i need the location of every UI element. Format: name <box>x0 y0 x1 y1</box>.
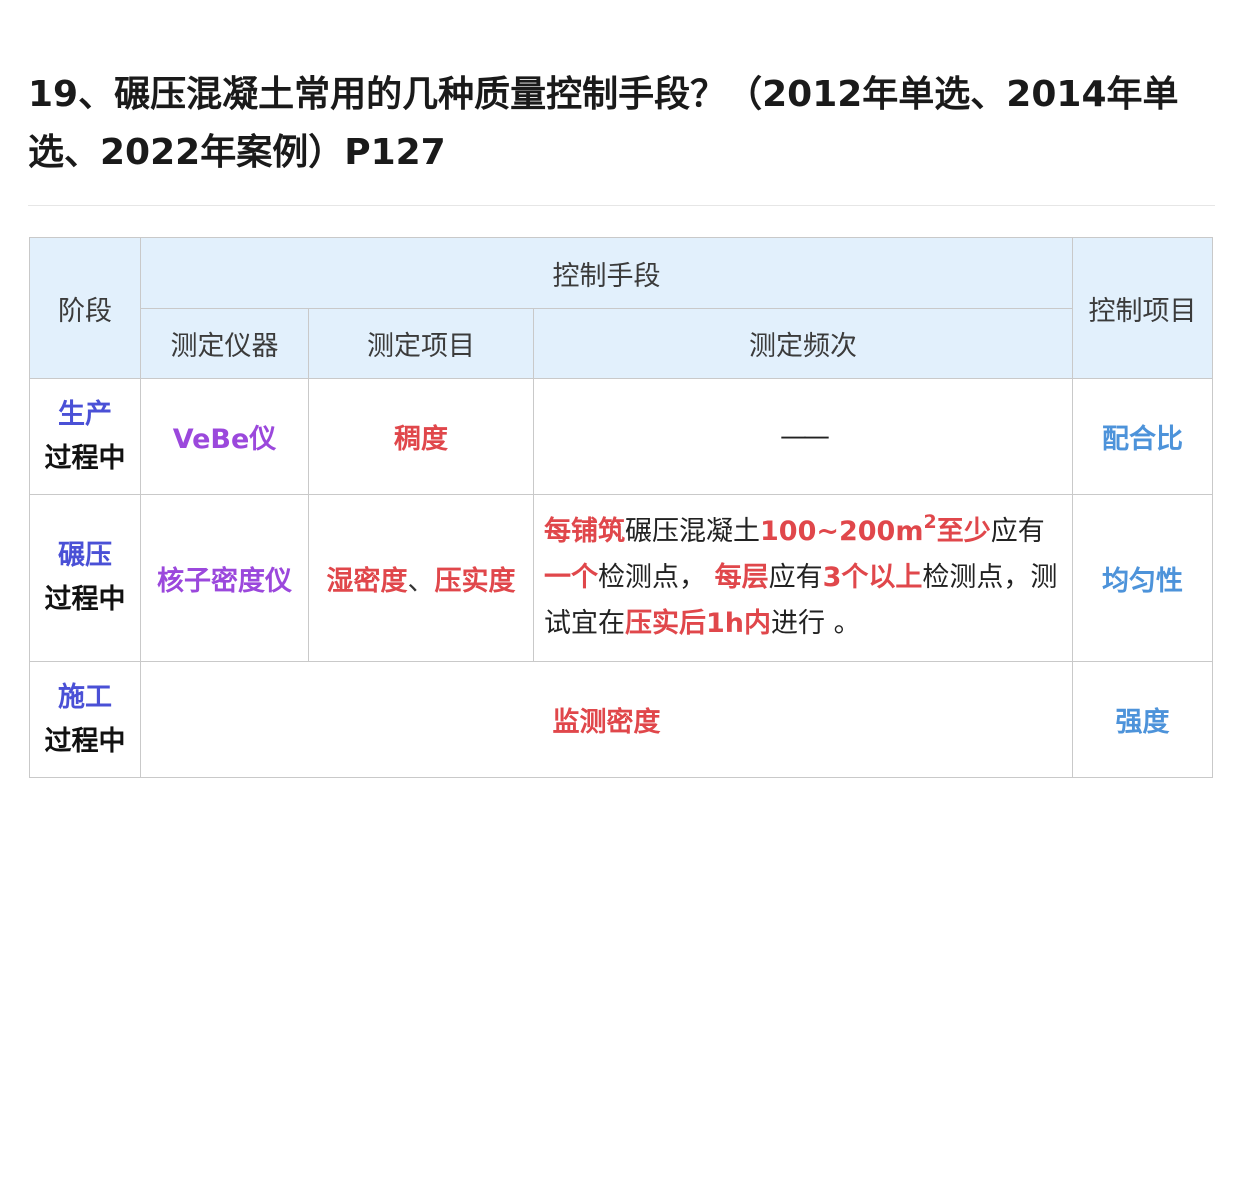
header-control-item: 控制项目 <box>1072 237 1213 379</box>
freq-text: 检测点， <box>922 562 1031 593</box>
table-row: 生产 过程中 VeBe仪 稠度 —— 配合比 <box>29 378 1213 495</box>
frequency-value: —— <box>780 421 830 452</box>
header-measured-item: 测定项目 <box>308 308 534 379</box>
control-item-value: 均匀性 <box>1102 565 1183 597</box>
measured-item-value: 压实度 <box>434 565 516 597</box>
table-row: 碾压 过程中 核子密度仪 湿密度、压实度 每铺筑碾压混凝土100~200m2至少… <box>29 494 1213 662</box>
control-item-value: 强度 <box>1115 707 1170 738</box>
item-separator: 、 <box>407 565 435 597</box>
instrument-value: 核子密度仪 <box>157 565 292 597</box>
freq-text: 3个以上 <box>822 562 923 593</box>
frequency-cell: —— <box>533 378 1073 495</box>
stage-label: 施工 <box>58 681 112 713</box>
stage-label-suffix: 过程中 <box>44 584 126 615</box>
instrument-value: VeBe仪 <box>172 424 277 455</box>
header-row-2: 测定仪器 测定项目 测定频次 <box>30 308 1213 379</box>
frequency-cell: 每铺筑碾压混凝土100~200m2至少应有一个检测点， 每层应有3个以上检测点，… <box>533 494 1073 662</box>
freq-text: 每铺筑 <box>544 516 625 547</box>
freq-text: 应有 <box>768 562 823 593</box>
stage-cell: 生产 过程中 <box>29 378 141 495</box>
instrument-cell: 核子密度仪 <box>140 494 309 662</box>
measured-item-cell: 稠度 <box>308 378 534 495</box>
measured-item-value: 湿密度 <box>326 565 408 597</box>
freq-text: 100~200m <box>760 516 924 547</box>
divider <box>28 205 1215 206</box>
header-control-means: 控制手段 <box>140 237 1073 309</box>
header-stage: 阶段 <box>29 237 141 379</box>
control-item-cell: 强度 <box>1072 661 1213 778</box>
question-heading: 19、碾压混凝土常用的几种质量控制手段？（2012年单选、2014年单选、202… <box>28 74 1179 173</box>
freq-text: 100~200m2至少 <box>760 513 991 548</box>
header-row-1: 阶段 控制手段 控制项目 <box>29 237 1213 379</box>
instrument-cell: VeBe仪 <box>140 378 309 495</box>
control-item-cell: 配合比 <box>1072 378 1213 495</box>
freq-text: 应有 <box>990 516 1045 547</box>
freq-text: 一个 <box>544 562 598 593</box>
freq-superscript: 2 <box>923 511 937 533</box>
freq-text: 压实后1h内 <box>625 608 772 639</box>
freq-text: 检测点， <box>598 562 706 593</box>
stage-label-suffix: 过程中 <box>44 725 126 757</box>
control-item-value: 配合比 <box>1102 424 1183 455</box>
header-instrument: 测定仪器 <box>140 308 309 379</box>
stage-cell: 施工 过程中 <box>29 661 141 778</box>
table-row: 施工 过程中 监测密度 强度 <box>29 661 1213 778</box>
control-item-cell: 均匀性 <box>1072 494 1213 662</box>
quality-control-table: 阶段 控制手段 控制项目 测定仪器 测定项目 测定频次 生产 过程中 VeBe仪… <box>29 237 1213 778</box>
freq-text: 碾压混凝土 <box>625 516 760 547</box>
freq-text: 进行 。 <box>771 608 861 639</box>
stage-cell: 碾压 过程中 <box>29 494 141 662</box>
freq-text: 至少 <box>936 516 991 547</box>
measured-item-cell: 湿密度、压实度 <box>308 494 534 662</box>
merged-means-value: 监测密度 <box>552 707 661 738</box>
stage-label: 碾压 <box>58 540 112 571</box>
stage-label-suffix: 过程中 <box>44 442 126 474</box>
freq-text: 每层 <box>714 562 769 593</box>
header-frequency: 测定频次 <box>533 308 1073 379</box>
merged-means-cell: 监测密度 <box>140 661 1073 778</box>
stage-label: 生产 <box>58 398 112 430</box>
measured-item-value: 稠度 <box>394 424 448 455</box>
